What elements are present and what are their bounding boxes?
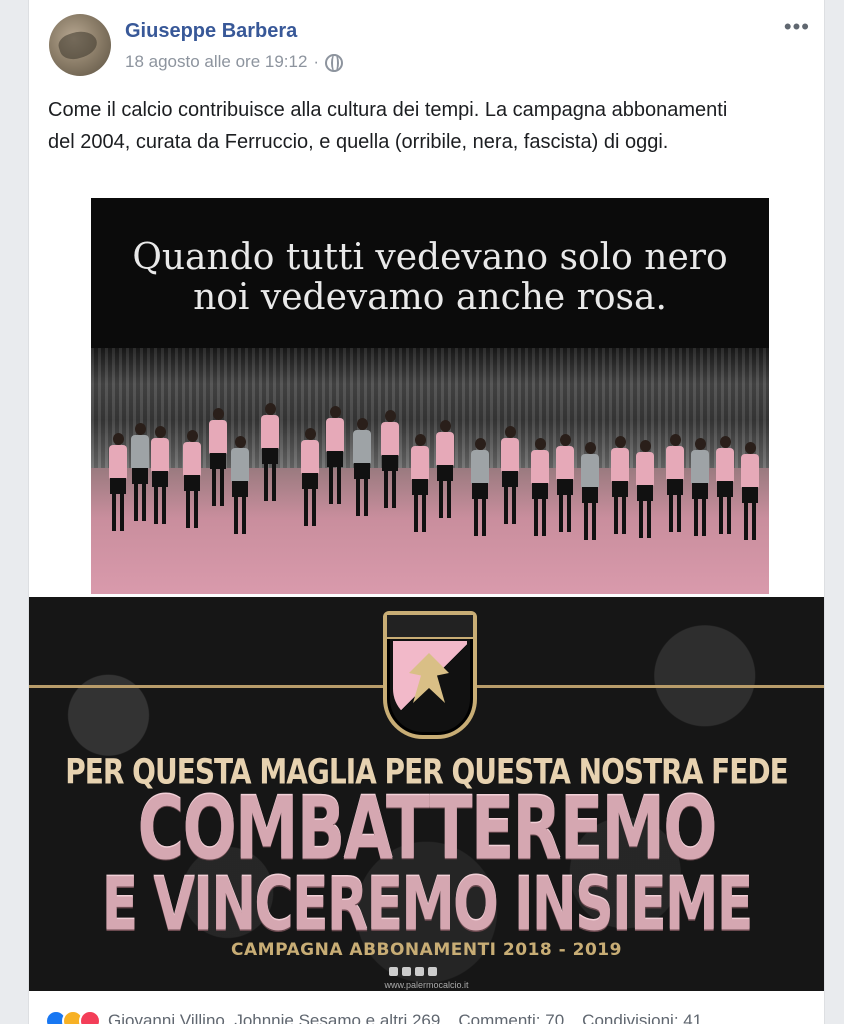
player-figure [301, 428, 319, 548]
love-icon [79, 1010, 101, 1024]
post-image-2004-campaign[interactable]: Quando tutti vedevano solo nero noi vede… [91, 198, 769, 594]
player-figure [436, 420, 454, 540]
player-figure [501, 426, 519, 546]
image2-website: www.palermocalcio.it [384, 980, 469, 990]
avatar[interactable] [49, 14, 111, 76]
crest-band [387, 615, 473, 639]
image2-line3: E VINCEREMO INSIEME [101, 861, 754, 948]
player-figure [471, 438, 489, 558]
social-icons [389, 967, 437, 976]
image2-line4: CAMPAGNA ABBONAMENTI 2018 - 2019 [231, 940, 622, 960]
player-figure [666, 434, 684, 554]
player-figure [151, 426, 169, 546]
post-text: Come il calcio contribuisce alla cultura… [48, 99, 728, 153]
player-figure [131, 423, 149, 543]
player-figure [741, 442, 759, 562]
player-figure [209, 408, 227, 528]
player-figure [611, 436, 629, 556]
player-figure [716, 436, 734, 556]
club-crest-icon [383, 611, 477, 739]
image1-headline-line1: Quando tutti vedevano solo nero [132, 237, 728, 278]
player-figure [231, 436, 249, 556]
player-figure [531, 438, 549, 558]
player-figure [261, 403, 279, 523]
reaction-icons[interactable] [45, 1010, 101, 1024]
reactions-bar: Giovanni Villino, Johnnie Sesamo e altri… [45, 1010, 702, 1024]
post-timestamp[interactable]: 18 agosto alle ore 19:12 [125, 52, 307, 72]
player-figure [581, 442, 599, 562]
post-card: Giuseppe Barbera 18 agosto alle ore 19:1… [28, 0, 825, 1024]
player-figure [636, 440, 654, 560]
post-meta: 18 agosto alle ore 19:12 · [125, 52, 344, 72]
more-options-icon[interactable]: ••• [784, 16, 810, 38]
player-figure [353, 418, 371, 538]
youtube-icon [428, 967, 437, 976]
player-figure [326, 406, 344, 526]
reacted-by[interactable]: Giovanni Villino, Johnnie Sesamo e altri… [108, 1011, 440, 1024]
instagram-icon [415, 967, 424, 976]
post-image-2018-campaign[interactable]: PER QUESTA MAGLIA PER QUESTA NOSTRA FEDE… [29, 597, 824, 991]
player-figure [183, 430, 201, 550]
shares-count[interactable]: Condivisioni: 41 [582, 1011, 702, 1024]
image1-headline: Quando tutti vedevano solo nero noi vede… [91, 238, 769, 318]
globe-icon[interactable] [325, 54, 344, 72]
player-figure [381, 410, 399, 530]
player-figure [411, 434, 429, 554]
comments-count[interactable]: Commenti: 70 [458, 1011, 564, 1024]
image1-headline-line2: noi vedevamo anche rosa. [193, 277, 667, 318]
twitter-icon [402, 967, 411, 976]
player-figure [109, 433, 127, 553]
author-name[interactable]: Giuseppe Barbera [125, 20, 297, 43]
player-figure [691, 438, 709, 558]
player-figure [556, 434, 574, 554]
meta-separator: · [313, 52, 320, 71]
facebook-icon [389, 967, 398, 976]
